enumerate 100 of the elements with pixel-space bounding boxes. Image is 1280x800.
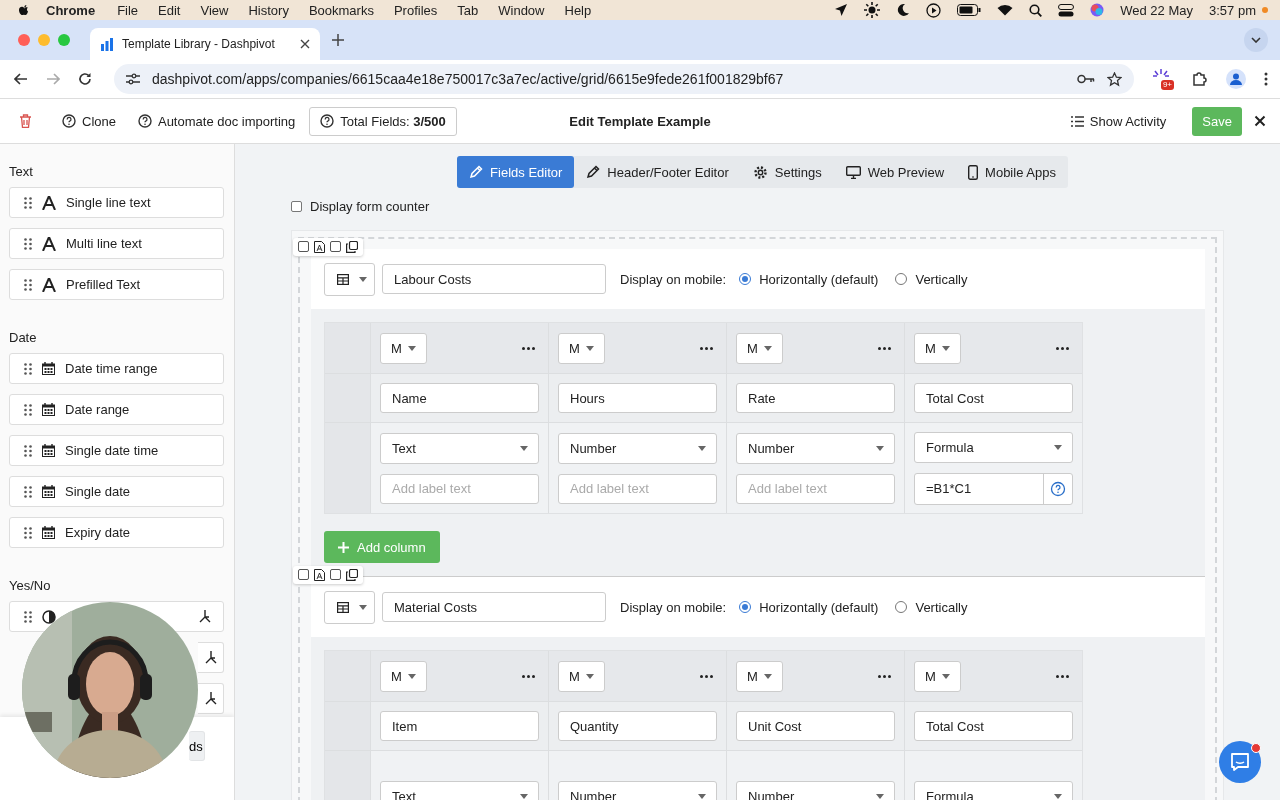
radio-option[interactable]: Vertically [891,271,972,287]
more-icon[interactable] [878,346,891,350]
back-icon[interactable] [14,73,28,85]
column-name-field[interactable]: Item [380,711,539,741]
control-center-icon[interactable] [1058,3,1075,17]
menu-item[interactable]: Profiles [393,2,438,18]
checkbox-icon[interactable] [330,241,341,252]
editor-tab[interactable]: Fields Editor [457,156,575,188]
footer-button[interactable]: ds [189,731,205,761]
table-type-dropdown[interactable] [324,262,375,296]
menu-item[interactable]: Help [564,2,592,18]
close-icon[interactable] [300,39,310,49]
column-name-field[interactable]: Name [380,383,539,413]
pdf-icon[interactable] [314,241,325,253]
column-type-dropdown[interactable]: Text [380,432,539,464]
automate-import-button[interactable]: Automate doc importing [129,109,304,133]
more-vertical-icon[interactable] [1264,72,1268,86]
column-name-field[interactable]: Quantity [558,711,717,741]
column-size-dropdown[interactable]: M [736,332,783,364]
menubar-time[interactable]: 3:57 pm [1209,2,1256,18]
table-title-field[interactable]: Material Costs [382,592,606,622]
tab-search-button[interactable] [1244,28,1268,52]
field-type-item[interactable]: Expiry date [9,517,224,548]
moon-icon[interactable] [896,3,911,17]
battery-icon[interactable] [957,4,982,16]
editor-tab[interactable]: Header/Footer Editor [574,156,741,188]
checkbox-icon[interactable] [298,241,309,252]
pdf-icon[interactable] [314,569,325,581]
new-tab-icon[interactable] [332,34,344,46]
menu-item[interactable]: Window [498,2,545,18]
menu-app-name[interactable]: Chrome [46,2,96,18]
more-icon[interactable] [1056,674,1069,678]
checkbox-icon[interactable] [330,569,341,580]
menubar-date[interactable]: Wed 22 May [1120,2,1193,18]
checkbox[interactable] [291,201,302,212]
field-type-item[interactable]: Date range [9,394,224,425]
field-type-item[interactable]: Single line text [9,187,224,218]
star-icon[interactable] [1107,71,1122,87]
radio-option[interactable]: Horizontally (default) [735,599,883,615]
column-size-dropdown[interactable]: M [736,660,783,692]
menu-item[interactable]: File [117,2,139,18]
address-bar[interactable]: dashpivot.com/apps/companies/6615caa4e18e750017c3a7ec/active/grid/6615e9fede261f001829bf67 [114,64,1134,94]
clone-button[interactable]: Clone [54,109,124,133]
editor-tab[interactable]: Web Preview [833,156,957,188]
close-icon[interactable] [1254,115,1266,127]
column-size-dropdown[interactable]: M [380,660,427,692]
reload-icon[interactable] [78,72,92,86]
column-type-dropdown[interactable]: Number [558,432,717,464]
column-size-dropdown[interactable]: M [380,332,427,364]
field-type-item[interactable]: Prefilled Text [9,269,224,300]
search-icon[interactable] [1029,3,1043,17]
column-type-dropdown[interactable]: Formula [914,780,1073,800]
editor-tab[interactable]: Mobile Apps [956,156,1068,188]
menu-item[interactable]: Edit [158,2,181,18]
column-size-dropdown[interactable]: M [914,332,961,364]
key-icon[interactable] [1077,74,1095,84]
table-type-dropdown[interactable] [324,590,375,624]
column-name-field[interactable]: Total Cost [914,383,1073,413]
column-name-field[interactable]: Total Cost [914,711,1073,741]
checkbox-icon[interactable] [298,569,309,580]
more-icon[interactable] [700,674,713,678]
column-name-field[interactable]: Rate [736,383,895,413]
menu-item[interactable]: Tab [457,2,479,18]
more-icon[interactable] [700,346,713,350]
column-name-field[interactable]: Hours [558,383,717,413]
column-size-dropdown[interactable]: M [558,332,605,364]
siri-icon[interactable] [1090,3,1105,17]
total-fields-button[interactable]: Total Fields: 3/500 [309,106,457,136]
field-type-item[interactable]: Multi line text [9,228,224,259]
sun-icon[interactable] [864,2,881,18]
editor-tab[interactable]: Settings [740,156,834,188]
column-type-dropdown[interactable]: Formula [914,431,1073,463]
column-size-dropdown[interactable]: M [558,660,605,692]
more-icon[interactable] [522,674,535,678]
column-type-dropdown[interactable]: Text [380,780,539,800]
profile-avatar[interactable] [1226,69,1246,89]
column-type-dropdown[interactable]: Number [736,780,895,800]
column-type-dropdown[interactable]: Number [736,432,895,464]
table-title-field[interactable]: Labour Costs [382,264,606,294]
field-type-item[interactable]: Single date time [9,435,224,466]
more-icon[interactable] [1056,346,1069,350]
menu-item[interactable]: View [200,2,229,18]
copy-icon[interactable] [346,241,358,253]
browser-tab[interactable]: Template Library - Dashpivot [90,28,320,60]
menu-item[interactable]: Bookmarks [308,2,374,18]
column-type-dropdown[interactable]: Number [558,780,717,800]
location-icon[interactable] [834,3,849,17]
column-name-field[interactable]: Unit Cost [736,711,895,741]
trash-icon[interactable] [19,114,32,128]
field-type-item[interactable] [198,683,224,714]
show-activity-button[interactable]: Show Activity [1062,109,1175,133]
copy-icon[interactable] [346,569,358,581]
more-icon[interactable] [522,346,535,350]
more-icon[interactable] [878,674,891,678]
field-type-item[interactable]: Date time range [9,353,224,384]
radio-option[interactable]: Horizontally (default) [735,271,883,287]
puzzle-icon[interactable] [1192,71,1208,87]
field-type-item[interactable]: Single date [9,476,224,507]
menu-item[interactable]: History [248,2,289,18]
wifi-icon[interactable] [997,4,1014,16]
